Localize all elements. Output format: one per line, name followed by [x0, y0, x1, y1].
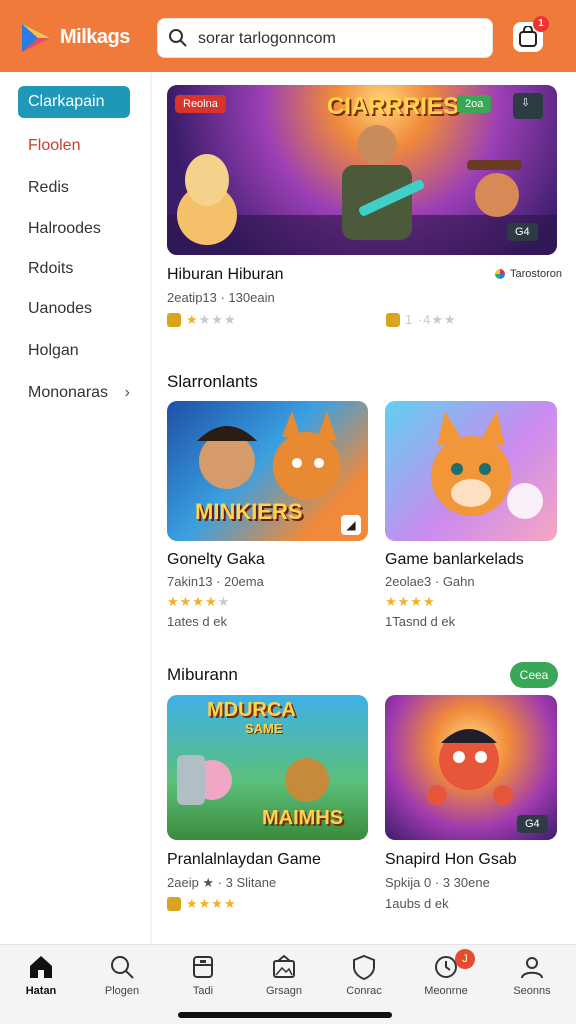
- apps-icon: [193, 956, 213, 978]
- nav-item-profile[interactable]: Seonns: [496, 953, 568, 1005]
- game-card-title[interactable]: Gonelty Gaka: [167, 551, 265, 569]
- game-category-icon: [167, 897, 181, 911]
- sidebar-item-label: Redis: [28, 179, 69, 196]
- fox-art: [431, 411, 543, 519]
- sidebar-item-clarkapain[interactable]: Clarkapain: [18, 86, 130, 118]
- featured-badge-right: 2oa: [457, 95, 492, 113]
- nav-notification-badge: J: [455, 949, 475, 969]
- sidebar-item-uanodes[interactable]: Uanodes: [18, 293, 130, 325]
- top-app-bar: Milkags 1: [0, 0, 576, 72]
- search-input[interactable]: [198, 28, 478, 50]
- game-card-title[interactable]: Game banlarkelads: [385, 551, 524, 569]
- game-card-rating: ★★★★: [385, 594, 436, 609]
- sidebar-item-floolen[interactable]: Floolen: [18, 130, 130, 162]
- sidebar-item-redis[interactable]: Redis: [18, 172, 130, 204]
- sidebar-item-label: Mononaras: [28, 384, 109, 401]
- featured-badge-bottom: G4: [507, 223, 538, 241]
- game-category-icon: [386, 313, 400, 327]
- game-card-banner-top: MDURCA: [207, 699, 296, 721]
- featured-meta: 2eatip13 · 130eain: [167, 290, 275, 305]
- featured-game-image[interactable]: CIARRRIES Reolna 2oa ⇩ G4: [167, 85, 557, 255]
- game-card-image[interactable]: [385, 401, 557, 541]
- app-brand-name: Milkags: [60, 26, 130, 48]
- game-card-rating: ★★★★★: [167, 594, 231, 609]
- game-card-meta: 2aeip ★ · 3 Slitane: [167, 875, 277, 890]
- game-card-corner-badge: G4: [517, 815, 548, 833]
- game-card-image[interactable]: G4: [385, 695, 557, 840]
- sidebar-item-label: Rdoits: [28, 260, 74, 277]
- nav-label: Hatan: [25, 985, 57, 997]
- nav-label: Seonns: [513, 985, 551, 997]
- app-logo-icon[interactable]: [18, 20, 54, 56]
- game-card-title[interactable]: Pranlalnlaydan Game: [167, 851, 321, 869]
- publisher-name[interactable]: Tarostoron: [510, 268, 562, 280]
- game-card-meta: 7akin13 · 20ema: [167, 574, 264, 589]
- game-card-title[interactable]: Snapird Hon Gsab: [385, 851, 517, 869]
- nav-item-gallery[interactable]: Grsagn: [248, 953, 320, 1005]
- nav-item-search[interactable]: Plogen: [86, 953, 158, 1005]
- featured-rating-stars: ★★★★: [186, 312, 237, 327]
- game-card-meta: Spkija 0 · 3 30ene: [385, 875, 490, 890]
- sidebar-item-mononaras[interactable]: Mononaras ›: [18, 377, 130, 409]
- user-icon: [521, 957, 543, 979]
- nav-label: Plogen: [104, 985, 140, 997]
- nav-item-home[interactable]: Hatan: [5, 953, 77, 1005]
- expand-icon[interactable]: ◢: [341, 515, 361, 535]
- sidebar-item-holgan[interactable]: Holgan: [18, 335, 130, 367]
- game-card-downloads: 1aubs d ek: [385, 896, 449, 911]
- sidebar-item-rdoits[interactable]: Rdoits: [18, 253, 130, 285]
- game-card-banner-bottom: MAIMHS: [262, 807, 344, 829]
- game-card-downloads: 1Tasnd d ek: [385, 614, 456, 629]
- shield-icon: [353, 954, 375, 981]
- nav-item-apps[interactable]: Tadi: [167, 953, 239, 1005]
- section-title: Miburann: [167, 665, 238, 684]
- search-icon: [169, 29, 187, 47]
- publisher-logo-icon: [495, 269, 505, 279]
- section-title: Slarronlants: [167, 372, 258, 391]
- game-card-downloads: 1ates d ek: [167, 614, 227, 629]
- featured-banner-text: CIARRRIES: [327, 93, 460, 120]
- search-icon: [111, 956, 134, 979]
- nav-label: Grsagn: [265, 985, 303, 997]
- nav-item-contact[interactable]: Conrac: [328, 953, 400, 1005]
- nav-label: Conrac: [346, 985, 382, 997]
- image-icon: [273, 954, 295, 978]
- notification-count-badge: 1: [533, 16, 549, 32]
- home-indicator[interactable]: [178, 1012, 392, 1018]
- sidebar-item-label: Floolen: [28, 137, 81, 154]
- download-icon[interactable]: ⇩: [513, 93, 543, 119]
- sidebar-item-label: Uanodes: [28, 300, 93, 317]
- notifications-button[interactable]: 1: [513, 16, 549, 52]
- game-category-icon: [167, 313, 181, 327]
- nav-label: Tadi: [192, 985, 214, 997]
- game-card-rating: ★★★★: [186, 896, 237, 911]
- game-card-meta: 2eolae3 · Gahn: [385, 574, 475, 589]
- featured-rating-right: 1 ·4★★: [405, 312, 457, 327]
- game-card-banner-mid: SAME: [245, 721, 283, 736]
- see-all-button[interactable]: Ceea: [510, 662, 558, 688]
- chevron-right-icon: ›: [124, 384, 130, 401]
- sidebar-item-label: Halroodes: [28, 220, 101, 237]
- search-bar[interactable]: [157, 18, 493, 58]
- featured-badge-left: Reolna: [175, 95, 226, 113]
- home-icon: [30, 956, 52, 978]
- sidebar-item-label: Holgan: [28, 342, 79, 359]
- game-card-image[interactable]: MINKIERS ◢: [167, 401, 368, 541]
- featured-title[interactable]: Hiburan Hiburan: [167, 266, 284, 284]
- game-card-banner-text: MINKIERS: [195, 499, 303, 524]
- sidebar: Clarkapain Floolen Redis Halroodes Rdoit…: [0, 72, 150, 944]
- sidebar-item-halroodes[interactable]: Halroodes: [18, 213, 130, 245]
- nav-label: Meonrne: [424, 985, 468, 997]
- game-card-image[interactable]: MDURCA SAME MAIMHS: [167, 695, 368, 840]
- sidebar-item-label: Clarkapain: [28, 93, 105, 110]
